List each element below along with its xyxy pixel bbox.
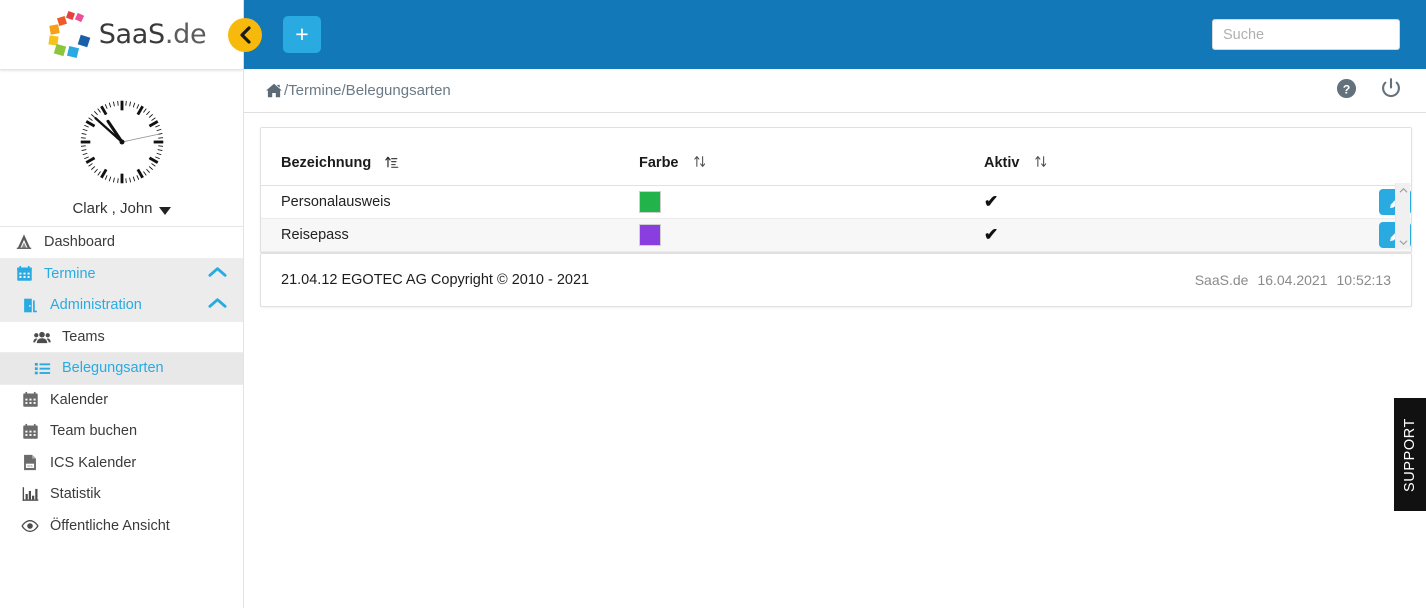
- content-footer: 21.04.12 EGOTEC AG Copyright © 2010 - 20…: [260, 253, 1412, 307]
- belegungsarten-panel: Bezeichnung Farbe Aktiv Personalausweis …: [260, 127, 1412, 253]
- table-row[interactable]: Personalausweis ✔: [261, 185, 1411, 219]
- add-button-label: +: [295, 21, 309, 47]
- scroll-up-icon[interactable]: [1396, 183, 1411, 197]
- help-icon[interactable]: ?: [1336, 78, 1357, 104]
- cell-bezeichnung: Reisepass: [261, 218, 619, 252]
- table-scrollbar[interactable]: [1395, 183, 1410, 249]
- sidebar-item-label: Öffentliche Ansicht: [50, 517, 170, 534]
- bar-chart-icon: [18, 486, 42, 502]
- support-label: SUPPORT: [1402, 417, 1418, 492]
- sidebar-nav: Dashboard Termine Administration Teams Beleg…: [0, 227, 243, 542]
- calendar-icon: [12, 265, 36, 282]
- door-icon: [18, 297, 42, 314]
- breadcrumb-bar: /Termine/Belegungsarten ?: [244, 69, 1426, 113]
- home-icon[interactable]: [265, 82, 283, 100]
- chevron-left-icon: [239, 26, 251, 44]
- table-row[interactable]: Reisepass ✔: [261, 218, 1411, 252]
- belegungsarten-table: Bezeichnung Farbe Aktiv Personalausweis …: [261, 128, 1411, 252]
- chevron-up-icon[interactable]: [208, 266, 227, 282]
- sidebar-item-termine[interactable]: Termine: [0, 258, 243, 290]
- sidebar-item-dashboard[interactable]: Dashboard: [0, 227, 243, 259]
- app-root: SaaS.de Clark , John DashboardTermineA: [0, 0, 1426, 608]
- check-icon: ✔: [984, 192, 999, 211]
- sidebar-item-label: Termine: [44, 265, 96, 282]
- cell-aktiv: ✔: [964, 185, 1304, 219]
- chevron-up-icon[interactable]: [208, 297, 227, 313]
- file-ics-icon: ICS: [18, 454, 42, 471]
- sidebar-item-administration[interactable]: Administration: [0, 290, 243, 322]
- breadcrumb[interactable]: /Termine/Belegungsarten: [265, 82, 451, 100]
- sidebar-item-statistik[interactable]: Statistik: [0, 479, 243, 511]
- sidebar-item-label: Administration: [50, 297, 142, 314]
- sidebar-item-label: Belegungsarten: [62, 360, 164, 377]
- sidebar-item-label: ICS Kalender: [50, 454, 137, 471]
- list-icon: [30, 360, 54, 377]
- sort-updown-icon[interactable]: [1034, 154, 1048, 173]
- sidebar-item-label: Kalender: [50, 391, 109, 408]
- support-tab-button[interactable]: SUPPORT: [1394, 398, 1426, 511]
- top-bar: [244, 0, 1426, 69]
- sidebar-item-label: Statistik: [50, 486, 101, 503]
- footer-status: SaaS.de 16.04.2021 10:52:13: [1195, 272, 1391, 288]
- column-label: Aktiv: [984, 155, 1020, 171]
- chevron-down-icon: [158, 206, 171, 215]
- column-label: Farbe: [639, 155, 679, 171]
- column-header-bezeichnung[interactable]: Bezeichnung: [261, 128, 619, 186]
- color-swatch: [639, 224, 661, 246]
- footer-brand: SaaS.de: [1194, 272, 1249, 288]
- sidebar-item-ffentliche-ansicht[interactable]: Öffentliche Ansicht: [0, 511, 243, 543]
- footer-date: 16.04.2021: [1257, 272, 1328, 288]
- cell-aktiv: ✔: [964, 218, 1304, 252]
- column-header-aktiv[interactable]: Aktiv: [964, 128, 1304, 186]
- footer-time: 10:52:13: [1336, 272, 1392, 288]
- breadcrumb-actions: ?: [1336, 77, 1402, 104]
- saas-logo-icon: [45, 10, 97, 59]
- check-icon: ✔: [984, 225, 999, 244]
- add-button[interactable]: +: [283, 16, 321, 53]
- color-swatch: [639, 191, 661, 213]
- user-menu[interactable]: Clark , John: [72, 200, 171, 217]
- sort-alpha-asc-icon[interactable]: [385, 155, 399, 173]
- svg-text:?: ?: [1343, 82, 1351, 96]
- table-wrapper: Bezeichnung Farbe Aktiv Personalausweis …: [261, 128, 1411, 252]
- sidebar-item-belegungsarten[interactable]: Belegungsarten: [0, 353, 243, 385]
- column-header-actions: [1304, 128, 1411, 186]
- sort-updown-icon[interactable]: [693, 154, 707, 173]
- user-name: Clark , John: [72, 200, 153, 217]
- cell-farbe: [619, 218, 964, 252]
- cell-bezeichnung: Personalausweis: [261, 185, 619, 219]
- cell-farbe: [619, 185, 964, 219]
- brand-wordmark: SaaS.de: [99, 19, 207, 50]
- column-header-farbe[interactable]: Farbe: [619, 128, 964, 186]
- calendar-grey-icon: [18, 423, 42, 440]
- brand-logo[interactable]: SaaS.de: [0, 0, 243, 70]
- users-icon: [30, 328, 54, 346]
- calendar-grey-icon: [18, 391, 42, 408]
- sidebar-item-label: Dashboard: [44, 234, 115, 251]
- breadcrumb-path: /Termine/Belegungsarten: [284, 82, 451, 99]
- sidebar-collapse-button[interactable]: [228, 18, 262, 52]
- brand-suffix: .de: [164, 19, 207, 50]
- dashboard-tent-icon: [12, 233, 36, 251]
- analog-clock: [74, 94, 170, 190]
- sidebar-item-label: Teams: [62, 328, 105, 345]
- sidebar-item-label: Team buchen: [50, 423, 138, 440]
- sidebar-item-ics-kalender[interactable]: ICS ICS Kalender: [0, 448, 243, 480]
- search-input[interactable]: [1212, 19, 1400, 50]
- sidebar: SaaS.de Clark , John DashboardTermineA: [0, 0, 244, 608]
- table-header-row: Bezeichnung Farbe Aktiv: [261, 128, 1411, 186]
- power-icon[interactable]: [1380, 77, 1402, 104]
- brand-name: SaaS: [98, 19, 165, 50]
- svg-text:ICS: ICS: [27, 464, 32, 468]
- column-label: Bezeichnung: [281, 154, 372, 171]
- sidebar-item-teams[interactable]: Teams: [0, 322, 243, 353]
- eye-icon: [18, 519, 42, 533]
- user-panel: Clark , John: [0, 70, 243, 217]
- content-area: Bezeichnung Farbe Aktiv Personalausweis …: [244, 113, 1426, 608]
- sidebar-item-team-buchen[interactable]: Team buchen: [0, 416, 243, 448]
- copyright-text: 21.04.12 EGOTEC AG Copyright © 2010 - 20…: [281, 272, 590, 288]
- scroll-down-icon[interactable]: [1396, 235, 1411, 249]
- sidebar-item-kalender[interactable]: Kalender: [0, 385, 243, 417]
